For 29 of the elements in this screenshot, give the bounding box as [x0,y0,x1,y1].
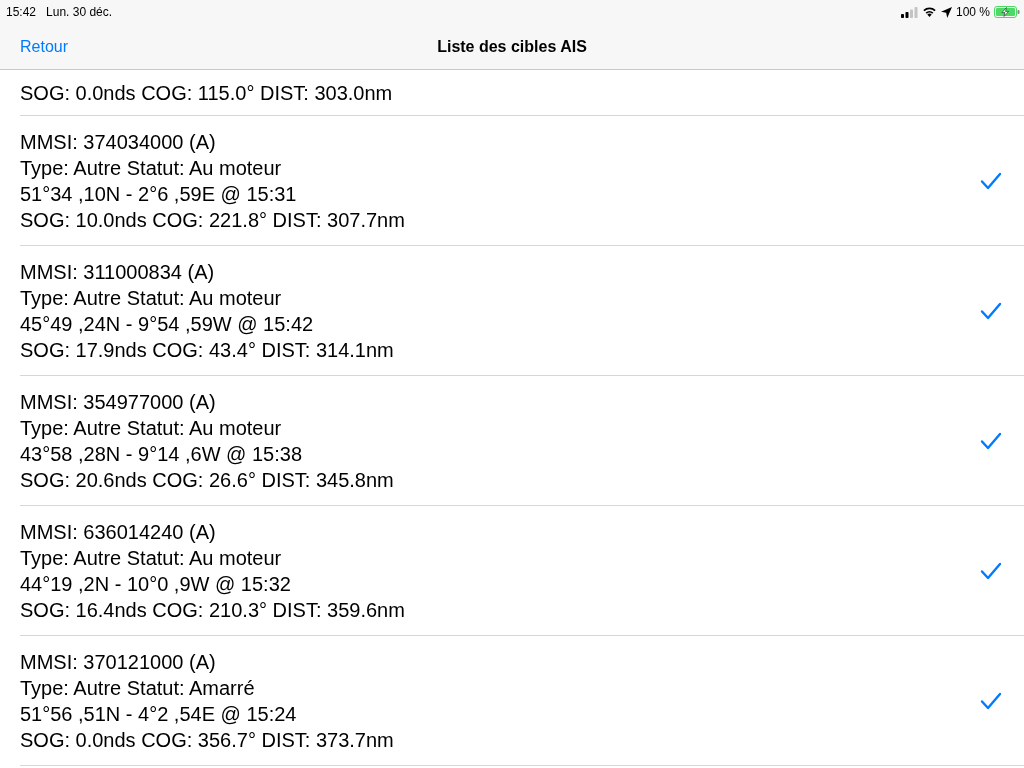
location-arrow-icon [940,6,952,18]
mmsi-text: MMSI: 311000834 (A) [20,259,216,285]
position-text: 44°19 ,2N - 10°0 ,9W @ 15:32 [20,571,292,597]
type-status-text: Type: Autre Statut: Amarré [20,675,256,701]
target-motion-text: SOG: 0.0nds COG: 356.7° DIST: 373.7nm [20,727,395,753]
target-motion-text: SOG: 0.0nds COG: 115.0° DIST: 303.0nm [20,81,394,106]
type-status-text: Type: Autre Statut: Au moteur [20,155,283,181]
type-status-text: Type: Autre Statut: Au moteur [20,545,283,571]
mmsi-text: MMSI: 374034000 (A) [20,129,217,155]
type-status-text: Type: Autre Statut: Au moteur [20,285,283,311]
mmsi-text: MMSI: 370121000 (A) [20,649,217,675]
type-status-text: Type: Autre Statut: Au moteur [20,415,283,441]
status-time: 15:42 [6,5,37,19]
position-text: 45°49 ,24N - 9°54 ,59W @ 15:42 [20,311,315,337]
target-motion-text: SOG: 16.4nds COG: 210.3° DIST: 359.6nm [20,597,406,623]
position-text: 43°58 ,28N - 9°14 ,6W @ 15:38 [20,441,303,467]
back-link[interactable]: Retour [20,37,69,56]
status-date: Lun. 30 déc. [46,5,113,19]
battery-percentage: 100 % [955,5,990,19]
page-title: Liste des cibles AIS [437,37,587,56]
target-motion-text: SOG: 17.9nds COG: 43.4° DIST: 314.1nm [20,337,395,363]
mmsi-text: MMSI: 636014240 (A) [20,519,217,545]
position-text: 51°56 ,51N - 4°2 ,54E @ 15:24 [20,701,298,727]
signal-icon [900,6,918,18]
target-motion-text: SOG: 10.0nds COG: 221.8° DIST: 307.7nm [20,207,406,233]
target-motion-text: SOG: 20.6nds COG: 26.6° DIST: 345.8nm [20,467,395,493]
mmsi-text: MMSI: 354977000 (A) [20,389,217,415]
wifi-icon [921,7,937,17]
position-text: 51°34 ,10N - 2°6 ,59E @ 15:31 [20,181,298,207]
